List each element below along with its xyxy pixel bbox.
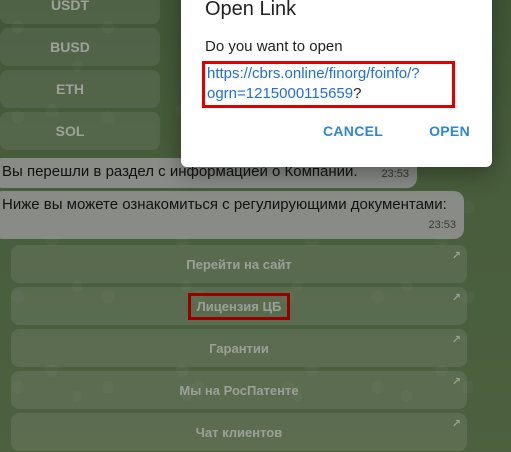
open-link-dialog: Open Link Do you want to open https://cb…	[181, 0, 492, 167]
dialog-url-suffix: ?	[353, 85, 362, 102]
cancel-button[interactable]: CANCEL	[323, 123, 383, 139]
open-button[interactable]: OPEN	[429, 123, 470, 139]
dialog-body: Do you want to open https://cbrs.online/…	[202, 37, 474, 108]
dialog-actions: CANCEL OPEN	[323, 123, 470, 139]
dialog-url-link[interactable]: https://cbrs.online/finorg/foinfo/?ogrn=…	[207, 65, 420, 102]
dialog-title: Open Link	[205, 0, 297, 20]
dialog-prompt: Do you want to open	[205, 38, 343, 55]
highlight-annotation: https://cbrs.online/finorg/foinfo/?ogrn=…	[202, 61, 455, 108]
